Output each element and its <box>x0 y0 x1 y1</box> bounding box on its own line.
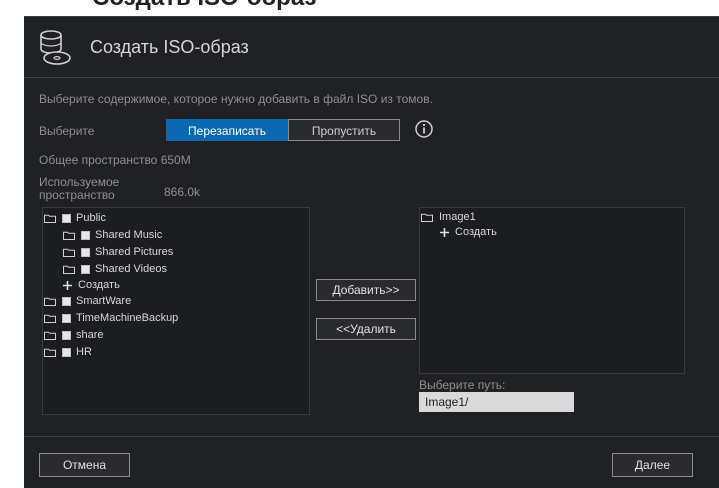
tree-item-label: TimeMachineBackup <box>76 312 179 324</box>
info-icon[interactable] <box>415 120 433 138</box>
tree-item-hr[interactable]: HR <box>44 345 92 359</box>
folder-icon <box>44 314 56 323</box>
folder-icon <box>44 297 56 306</box>
folder-icon <box>63 265 75 274</box>
dialog-title-bar: Создать ISO-образ <box>24 17 719 78</box>
path-label: Выберите путь: <box>419 378 506 392</box>
tree-item-shared-videos[interactable]: Shared Videos <box>63 262 167 276</box>
used-space-value: 866.0k <box>164 185 201 199</box>
total-space-text: Общее пространство 650M <box>39 153 191 167</box>
checkbox[interactable] <box>81 264 90 274</box>
tree-item-shared-pictures[interactable]: Shared Pictures <box>63 245 173 259</box>
add-button[interactable]: Добавить>> <box>316 279 416 301</box>
folder-icon <box>63 248 75 257</box>
source-tree-panel: Public Shared Music Shared Pictures Shar… <box>42 207 310 415</box>
checkbox[interactable] <box>62 313 71 323</box>
tree-item-timemachinebackup[interactable]: TimeMachineBackup <box>44 311 178 325</box>
cancel-button[interactable]: Отмена <box>39 453 130 477</box>
used-space-label-line2: пространство <box>39 188 115 202</box>
page-heading-fragment: Создать ISO-образ <box>0 0 719 16</box>
checkbox[interactable] <box>62 296 71 306</box>
folder-icon <box>44 348 56 357</box>
dialog-title: Создать ISO-образ <box>90 37 249 57</box>
path-input[interactable] <box>419 392 574 412</box>
used-space-label: Используемое пространство <box>39 176 119 202</box>
iso-disc-icon <box>40 30 71 65</box>
tree-item-label: HR <box>76 346 92 358</box>
tree-item-label: Shared Pictures <box>95 246 174 258</box>
checkbox[interactable] <box>62 330 71 340</box>
tree-item-label: Shared Videos <box>95 263 167 275</box>
folder-icon <box>421 213 433 222</box>
tree-item-public[interactable]: Public <box>44 211 106 225</box>
tree-item-label: Создать <box>78 279 120 291</box>
create-iso-dialog: Создать ISO-образ Выберите содержимое, к… <box>24 16 719 488</box>
tree-item-shared-music[interactable]: Shared Music <box>63 228 162 242</box>
tree-item-share[interactable]: share <box>44 328 104 342</box>
plus-icon <box>63 280 72 290</box>
target-tree-panel: Image1 Создать <box>419 207 685 374</box>
skip-button[interactable]: Пропустить <box>288 119 400 141</box>
checkbox[interactable] <box>81 247 90 257</box>
tree-item-create-target[interactable]: Создать <box>440 225 497 239</box>
tree-item-label: share <box>76 329 104 341</box>
tree-item-label: Shared Music <box>95 229 163 241</box>
page-heading: Создать ISO-образ <box>92 0 316 12</box>
folder-icon <box>44 214 56 223</box>
next-button[interactable]: Далее <box>612 453 693 477</box>
checkbox[interactable] <box>62 347 71 357</box>
tree-item-label: SmartWare <box>76 295 132 307</box>
plus-icon <box>440 227 449 237</box>
folder-icon <box>63 231 75 240</box>
tree-item-smartware[interactable]: SmartWare <box>44 294 131 308</box>
tree-item-label: Public <box>76 212 106 224</box>
tree-item-label: Создать <box>455 226 497 238</box>
folder-icon <box>44 331 56 340</box>
checkbox[interactable] <box>62 213 71 223</box>
tree-item-label: Image1 <box>439 211 476 223</box>
checkbox[interactable] <box>81 230 90 240</box>
select-label: Выберите <box>39 124 95 138</box>
overwrite-button[interactable]: Перезаписать <box>166 119 288 141</box>
tree-item-create[interactable]: Создать <box>63 278 120 292</box>
remove-button[interactable]: <<Удалить <box>316 318 416 340</box>
instruction-text: Выберите содержимое, которое нужно добав… <box>39 92 433 106</box>
footer-divider <box>24 436 719 437</box>
tree-item-image1[interactable]: Image1 <box>421 210 476 224</box>
